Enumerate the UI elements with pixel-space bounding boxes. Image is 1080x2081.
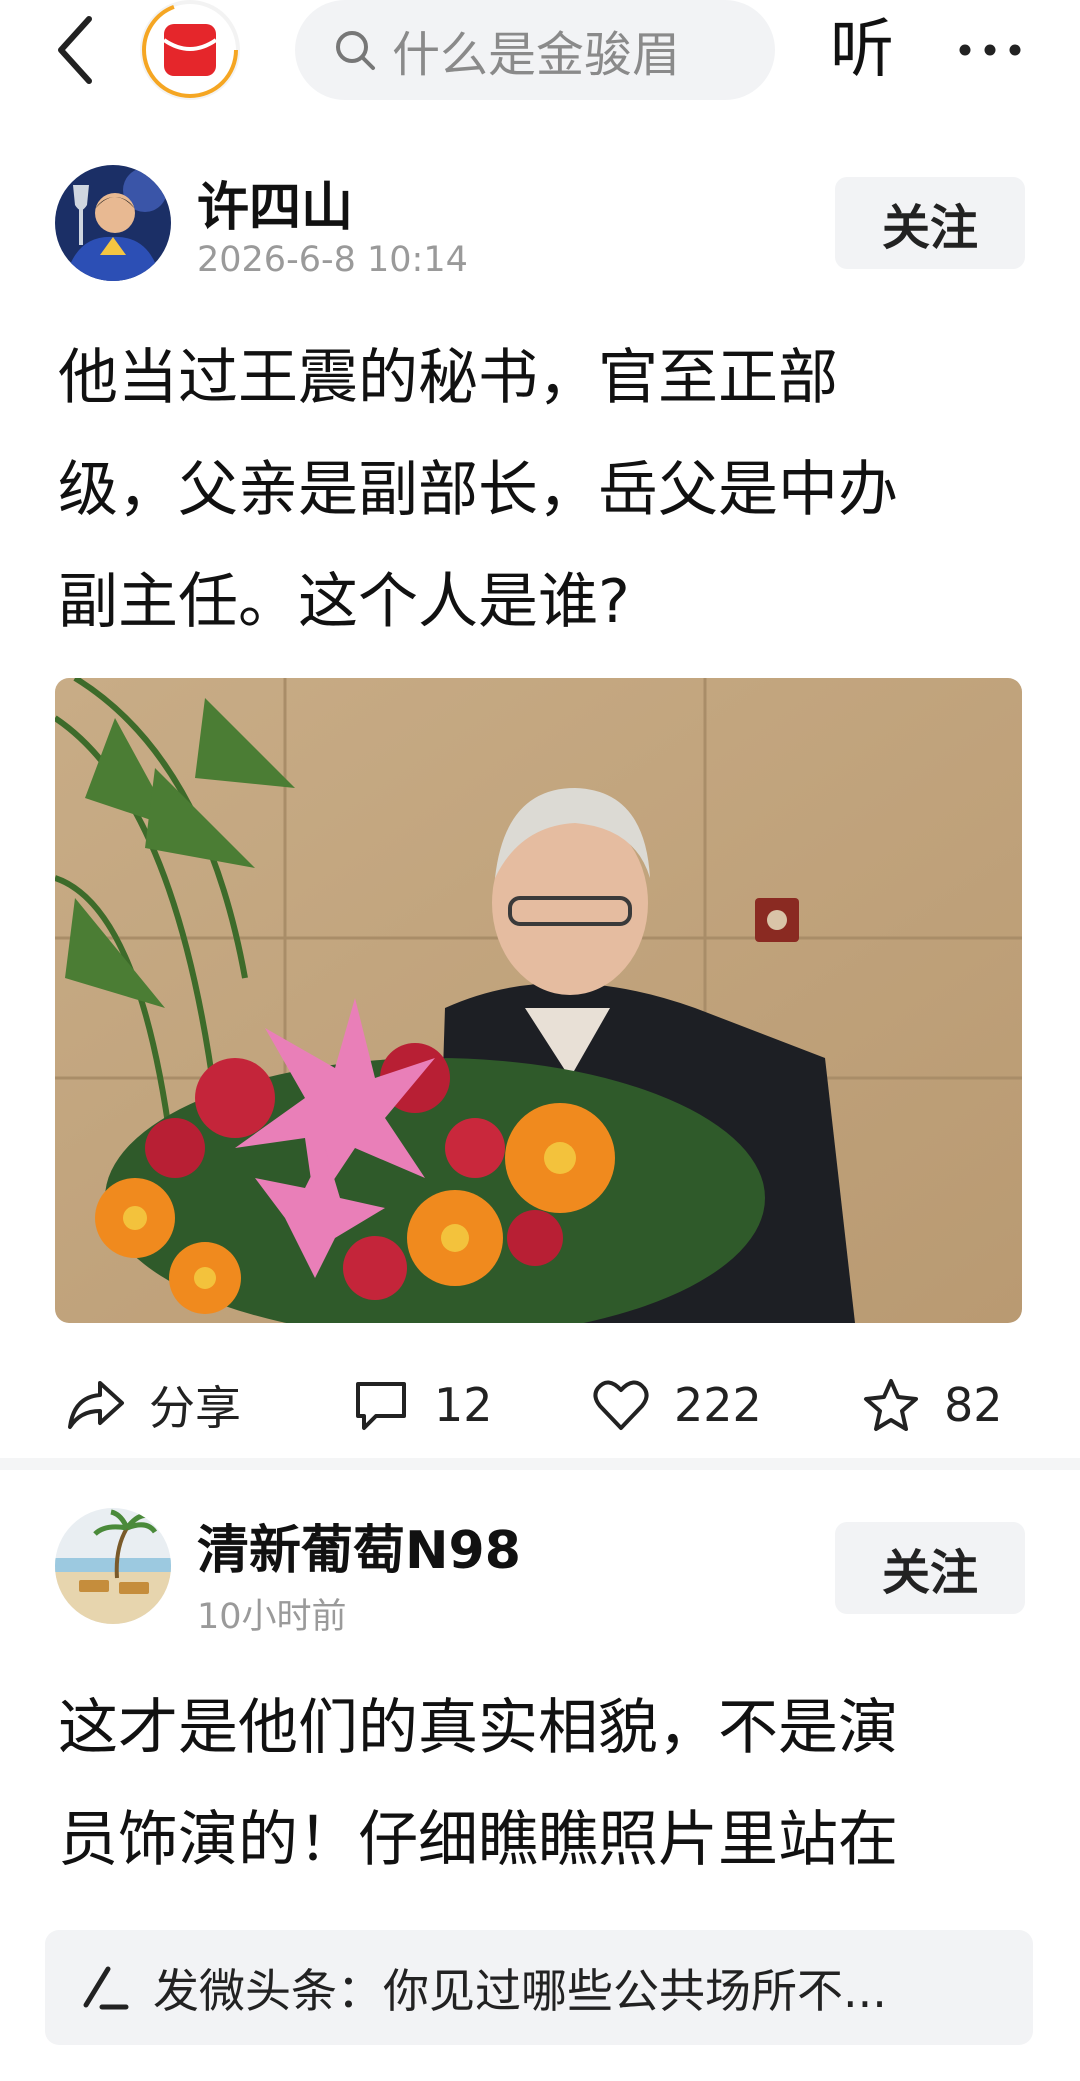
author-name[interactable]: 许四山 <box>197 165 353 240</box>
search-placeholder: 什么是金骏眉 <box>392 27 681 83</box>
compose-label: 发微头条：你见过哪些公共场所不... <box>153 1963 887 2018</box>
compose-bar[interactable]: 发微头条：你见过哪些公共场所不... <box>45 1930 1033 2045</box>
author-name[interactable]: 清新葡萄N98 <box>197 1508 521 1583</box>
post-time: 2026-6-8 10:14 <box>197 240 468 280</box>
comment-icon <box>350 1374 412 1436</box>
post-text-line: 员饰演的！仔细瞧瞧照片里站在 <box>58 1805 898 1875</box>
divider <box>0 1458 1080 1470</box>
search-icon <box>330 25 380 75</box>
follow-button[interactable]: 关注 <box>835 177 1025 269</box>
comment-count: 12 <box>434 1378 493 1432</box>
search-input[interactable]: 什么是金骏眉 <box>295 0 775 100</box>
more-dots-icon <box>959 44 1021 56</box>
post-text[interactable]: 他当过王震的秘书，官至正部 级，父亲是副部长，岳父是中办 副主任。这个人是谁? <box>58 322 1028 658</box>
app-logo-button[interactable] <box>140 0 240 100</box>
favorite-button[interactable]: 82 <box>860 1355 1003 1455</box>
post-text-line: 级，父亲是副部长，岳父是中办 <box>58 455 898 525</box>
avatar-image <box>55 165 171 281</box>
avatar[interactable] <box>55 165 171 281</box>
heart-icon <box>590 1374 652 1436</box>
post-image[interactable] <box>55 678 1022 1323</box>
follow-button[interactable]: 关注 <box>835 1522 1025 1614</box>
avatar[interactable] <box>55 1508 171 1624</box>
back-arrow-icon <box>58 16 92 84</box>
favorite-count: 82 <box>944 1378 1003 1432</box>
red-envelope-icon <box>142 2 238 98</box>
post-text-line: 副主任。这个人是谁? <box>58 567 630 637</box>
post-text-line: 这才是他们的真实相貌，不是演 <box>58 1693 898 1763</box>
share-button[interactable]: 分享 <box>65 1355 241 1455</box>
back-button[interactable] <box>40 10 110 90</box>
share-icon <box>65 1374 127 1436</box>
star-icon <box>860 1374 922 1436</box>
avatar-image <box>55 1508 171 1624</box>
post-text-line: 他当过王震的秘书，官至正部 <box>58 343 838 413</box>
listen-button[interactable]: 听 <box>830 5 894 95</box>
like-count: 222 <box>674 1378 762 1432</box>
comment-button[interactable]: 12 <box>350 1355 493 1455</box>
more-button[interactable] <box>955 15 1025 85</box>
action-bar: 分享 12 222 82 <box>0 1355 1080 1455</box>
post-time: 10小时前 <box>197 1597 347 1637</box>
post-text[interactable]: 这才是他们的真实相貌，不是演 员饰演的！仔细瞧瞧照片里站在 <box>58 1672 1028 1896</box>
pen-icon <box>75 1958 135 2018</box>
like-button[interactable]: 222 <box>590 1355 762 1455</box>
share-label: 分享 <box>149 1381 241 1435</box>
